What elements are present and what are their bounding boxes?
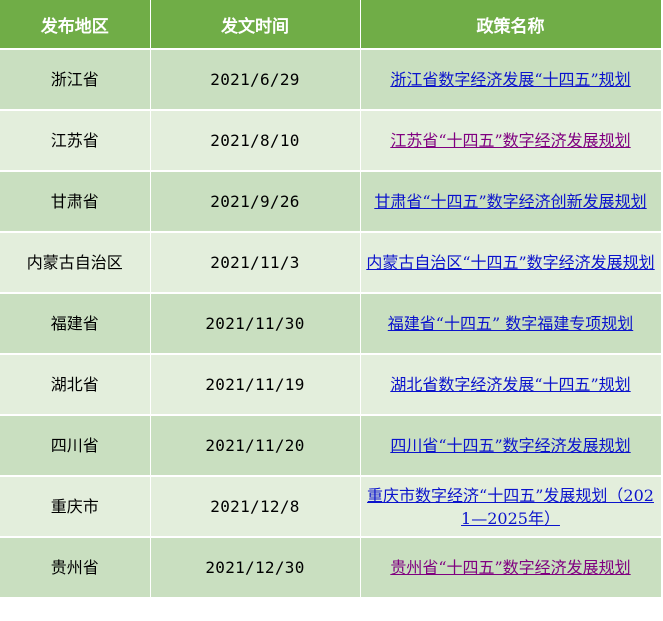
- header-date: 发文时间: [150, 0, 361, 50]
- table-row: 浙江省 2021/6/29 浙江省数字经济发展“十四五”规划: [0, 49, 662, 111]
- region-cell: 内蒙古自治区: [0, 232, 151, 294]
- region-cell: 贵州省: [0, 537, 151, 599]
- policy-cell: 湖北省数字经济发展“十四五”规划: [360, 354, 662, 416]
- table-row: 重庆市 2021/12/8 重庆市数字经济“十四五”发展规划（2021—2025…: [0, 476, 662, 538]
- policy-cell: 福建省“十四五” 数字福建专项规划: [360, 293, 662, 355]
- policy-link[interactable]: 甘肃省“十四五”数字经济创新发展规划: [374, 192, 646, 211]
- region-cell: 湖北省: [0, 354, 151, 416]
- header-region: 发布地区: [0, 0, 151, 50]
- date-cell: 2021/12/8: [150, 476, 361, 538]
- policy-link[interactable]: 湖北省数字经济发展“十四五”规划: [390, 375, 630, 394]
- table-row: 福建省 2021/11/30 福建省“十四五” 数字福建专项规划: [0, 293, 662, 355]
- policy-link[interactable]: 重庆市数字经济“十四五”发展规划（2021—2025年）: [367, 486, 654, 528]
- date-cell: 2021/11/20: [150, 415, 361, 477]
- table-row: 内蒙古自治区 2021/11/3 内蒙古自治区“十四五”数字经济发展规划: [0, 232, 662, 294]
- policy-link[interactable]: 内蒙古自治区“十四五”数字经济发展规划: [366, 253, 654, 272]
- table-row: 甘肃省 2021/9/26 甘肃省“十四五”数字经济创新发展规划: [0, 171, 662, 233]
- policy-cell: 贵州省“十四五”数字经济发展规划: [360, 537, 662, 599]
- date-cell: 2021/6/29: [150, 49, 361, 111]
- policy-link[interactable]: 浙江省数字经济发展“十四五”规划: [390, 70, 630, 89]
- region-cell: 重庆市: [0, 476, 151, 538]
- date-cell: 2021/11/3: [150, 232, 361, 294]
- policy-cell: 江苏省“十四五”数字经济发展规划: [360, 110, 662, 172]
- date-cell: 2021/9/26: [150, 171, 361, 233]
- region-cell: 甘肃省: [0, 171, 151, 233]
- policy-cell: 重庆市数字经济“十四五”发展规划（2021—2025年）: [360, 476, 662, 538]
- table-row: 贵州省 2021/12/30 贵州省“十四五”数字经济发展规划: [0, 537, 662, 599]
- header-row: 发布地区 发文时间 政策名称: [0, 0, 662, 50]
- policy-table: 发布地区 发文时间 政策名称 浙江省 2021/6/29 浙江省数字经济发展“十…: [0, 0, 662, 599]
- region-cell: 四川省: [0, 415, 151, 477]
- policy-link[interactable]: 贵州省“十四五”数字经济发展规划: [390, 558, 630, 577]
- date-cell: 2021/12/30: [150, 537, 361, 599]
- region-cell: 江苏省: [0, 110, 151, 172]
- policy-link[interactable]: 四川省“十四五”数字经济发展规划: [390, 436, 630, 455]
- policy-cell: 浙江省数字经济发展“十四五”规划: [360, 49, 662, 111]
- region-cell: 浙江省: [0, 49, 151, 111]
- date-cell: 2021/11/19: [150, 354, 361, 416]
- policy-cell: 内蒙古自治区“十四五”数字经济发展规划: [360, 232, 662, 294]
- policy-link[interactable]: 江苏省“十四五”数字经济发展规划: [390, 131, 630, 150]
- date-cell: 2021/11/30: [150, 293, 361, 355]
- region-cell: 福建省: [0, 293, 151, 355]
- table-row: 四川省 2021/11/20 四川省“十四五”数字经济发展规划: [0, 415, 662, 477]
- date-cell: 2021/8/10: [150, 110, 361, 172]
- policy-link[interactable]: 福建省“十四五” 数字福建专项规划: [388, 314, 633, 333]
- table-row: 江苏省 2021/8/10 江苏省“十四五”数字经济发展规划: [0, 110, 662, 172]
- table-row: 湖北省 2021/11/19 湖北省数字经济发展“十四五”规划: [0, 354, 662, 416]
- policy-cell: 甘肃省“十四五”数字经济创新发展规划: [360, 171, 662, 233]
- policy-cell: 四川省“十四五”数字经济发展规划: [360, 415, 662, 477]
- header-policy-name: 政策名称: [360, 0, 662, 50]
